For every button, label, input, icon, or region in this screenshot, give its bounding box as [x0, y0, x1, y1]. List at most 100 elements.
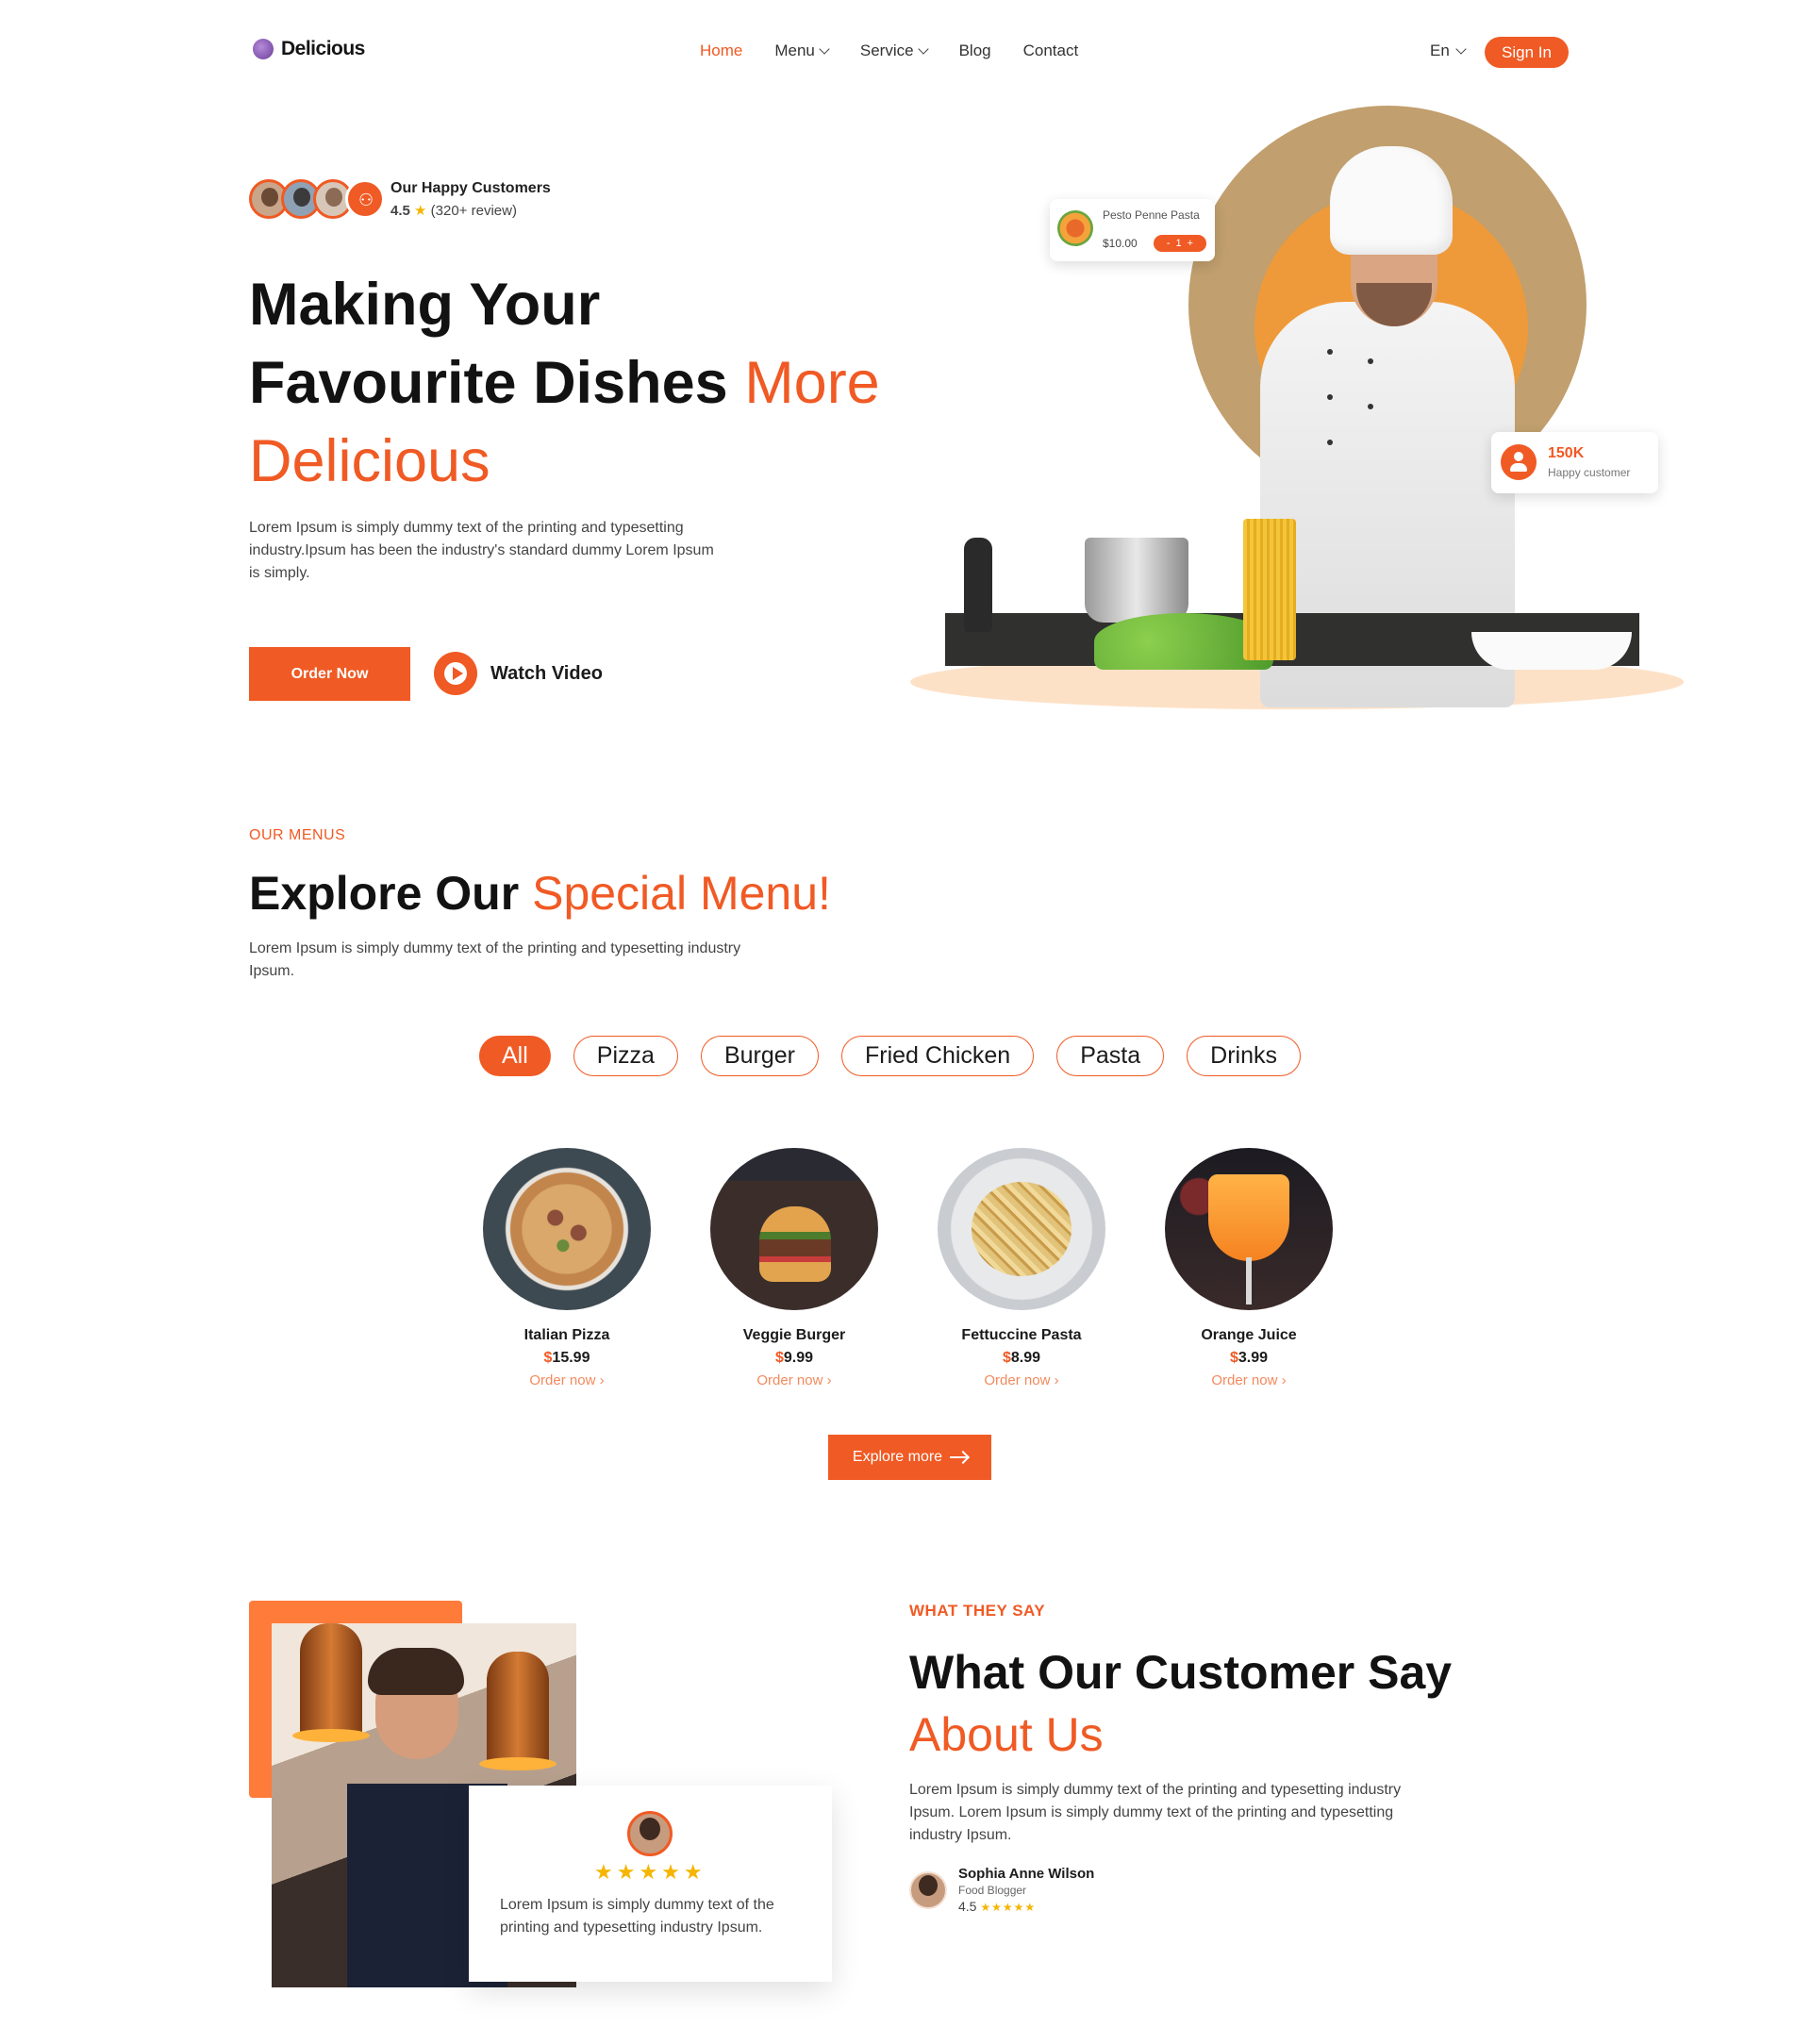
- chef-hat: [1330, 146, 1453, 255]
- dish-price: $9.99: [775, 1350, 813, 1367]
- salad-bowl: [1471, 632, 1632, 670]
- reviewer-name: Sophia Anne Wilson: [958, 1866, 1095, 1882]
- nav-home[interactable]: Home: [700, 42, 742, 60]
- currency-symbol: $: [774, 1350, 784, 1366]
- menu-description: Lorem Ipsum is simply dummy text of the …: [249, 940, 741, 979]
- testimonial-title-highlight: About Us: [909, 1708, 1104, 1761]
- tab-pizza[interactable]: Pizza: [573, 1036, 678, 1076]
- explore-more-label: Explore more: [852, 1449, 943, 1465]
- testimonial-title: What Our Customer Say About Us: [909, 1641, 1570, 1766]
- tab-fried-chicken[interactable]: Fried Chicken: [840, 1036, 1035, 1076]
- rating-value: 4.5: [390, 202, 410, 219]
- avatar: [627, 1811, 673, 1856]
- dish-price: $15.99: [544, 1350, 590, 1367]
- testimonial-title-text: What Our Customer Say: [909, 1646, 1453, 1699]
- brand-logo[interactable]: Delicious: [253, 38, 365, 60]
- language-selector[interactable]: En: [1430, 42, 1467, 60]
- nav-blog[interactable]: Blog: [959, 42, 991, 60]
- nav-contact[interactable]: Contact: [1023, 42, 1079, 60]
- currency-symbol: $: [1229, 1350, 1238, 1366]
- menu-item[interactable]: Fettuccine Pasta $8.99 Order now ›: [938, 1148, 1105, 1388]
- coat-button: [1327, 440, 1333, 445]
- price-value: 15.99: [552, 1350, 590, 1366]
- menu-item[interactable]: Veggie Burger $9.99 Order now ›: [710, 1148, 878, 1388]
- menu-category-tabs: All Pizza Burger Fried Chicken Pasta Dri…: [479, 1036, 1301, 1076]
- product-price: $10.00: [1103, 237, 1138, 250]
- reviewer: Sophia Anne Wilson Food Blogger 4.5 ★★★★…: [909, 1866, 1094, 1914]
- quantity-value: 1: [1175, 238, 1182, 249]
- dish-price: $3.99: [1230, 1350, 1268, 1367]
- play-icon: [434, 652, 477, 695]
- watch-video-label: Watch Video: [490, 662, 603, 684]
- sign-in-button[interactable]: Sign In: [1485, 37, 1569, 68]
- reviewer-rating-value: 4.5: [958, 1899, 977, 1914]
- chevron-down-icon: [917, 42, 929, 55]
- hero-image: [906, 104, 1688, 717]
- reviewer-role: Food Blogger: [958, 1884, 1027, 1897]
- dish-name: Italian Pizza: [523, 1327, 610, 1343]
- order-now-link[interactable]: Order now ›: [984, 1372, 1058, 1388]
- heat-lamp: [479, 1652, 557, 1770]
- hero-title-line1: Making Your: [249, 272, 601, 338]
- price-value: 8.99: [1010, 1350, 1041, 1366]
- order-now-link[interactable]: Order now ›: [529, 1372, 604, 1388]
- explore-more-button[interactable]: Explore more: [828, 1435, 991, 1480]
- plus-button[interactable]: +: [1188, 238, 1193, 249]
- star-icons: ★★★★★: [980, 1901, 1037, 1914]
- hero-title: Making Your Favourite Dishes More Delici…: [249, 266, 966, 501]
- testimonial-eyebrow: WHAT THEY SAY: [909, 1602, 1046, 1620]
- nav-service-label: Service: [859, 42, 914, 59]
- watch-video-button[interactable]: Watch Video: [434, 652, 603, 695]
- nav-home-label: Home: [700, 42, 743, 59]
- arrow-right-icon: [950, 1456, 968, 1458]
- product-card[interactable]: Pesto Penne Pasta $10.00 - 1 +: [1050, 199, 1215, 261]
- burger-image: [710, 1148, 878, 1310]
- stat-value: 150K: [1548, 445, 1585, 461]
- tab-drinks[interactable]: Drinks: [1187, 1036, 1301, 1076]
- star-rating: ★★★★★: [594, 1860, 706, 1884]
- star-icon: ★: [414, 202, 427, 219]
- pasta-thumbnail: [1057, 210, 1093, 246]
- top-navigation: Delicious Home Menu Service Blog Contact…: [0, 0, 1811, 104]
- price-value: 3.99: [1238, 1350, 1269, 1366]
- order-now-button[interactable]: Order Now: [249, 647, 410, 701]
- hero-title-highlight: More: [744, 350, 880, 416]
- menu-item[interactable]: Italian Pizza $15.99 Order now ›: [483, 1148, 651, 1388]
- pasta-sticks: [1243, 519, 1296, 660]
- nav-menu[interactable]: Menu: [774, 42, 830, 60]
- menu-title-highlight: Special Menu!: [532, 867, 831, 920]
- coat-button: [1368, 404, 1373, 409]
- tab-pasta[interactable]: Pasta: [1056, 1036, 1165, 1076]
- cook-hair: [368, 1648, 464, 1695]
- dish-price: $8.99: [1003, 1350, 1040, 1367]
- tab-all[interactable]: All: [479, 1036, 551, 1076]
- rating-reviews: (320+ review): [430, 202, 517, 219]
- testimonial-text: Lorem Ipsum is simply dummy text of the …: [500, 1897, 774, 1936]
- pepper-mill: [964, 538, 992, 632]
- quantity-stepper[interactable]: - 1 +: [1154, 235, 1206, 252]
- happy-customers-rating: 4.5 ★ (320+ review): [390, 202, 551, 219]
- product-name: Pesto Penne Pasta: [1103, 208, 1200, 222]
- menu-title-text: Explore Our: [249, 867, 520, 920]
- hero-description: Lorem Ipsum is simply dummy text of the …: [249, 520, 714, 581]
- currency-symbol: $: [1002, 1350, 1011, 1366]
- order-now-link[interactable]: Order now ›: [1211, 1372, 1286, 1388]
- hero-title-line2: Favourite Dishes: [249, 350, 728, 416]
- nav-links: Home Menu Service Blog Contact: [700, 42, 1110, 60]
- coat-button: [1327, 394, 1333, 400]
- avatar: ⚇: [345, 179, 385, 219]
- chevron-down-icon: [1455, 42, 1467, 55]
- dish-name: Orange Juice: [1201, 1327, 1297, 1343]
- coat-button: [1368, 358, 1373, 364]
- tab-burger[interactable]: Burger: [700, 1036, 819, 1076]
- order-now-link[interactable]: Order now ›: [756, 1372, 831, 1388]
- minus-button[interactable]: -: [1167, 238, 1171, 249]
- logo-icon: [253, 39, 274, 59]
- brand-name: Delicious: [281, 38, 365, 59]
- nav-service[interactable]: Service: [859, 42, 929, 60]
- testimonial-description: Lorem Ipsum is simply dummy text of the …: [909, 1782, 1402, 1843]
- happy-customers: ⚇ Our Happy Customers 4.5 ★ (320+ review…: [249, 179, 551, 219]
- heat-lamp: [292, 1623, 370, 1742]
- menu-item[interactable]: Orange Juice $3.99 Order now ›: [1165, 1148, 1333, 1388]
- reviewer-rating: 4.5 ★★★★★: [958, 1899, 1094, 1914]
